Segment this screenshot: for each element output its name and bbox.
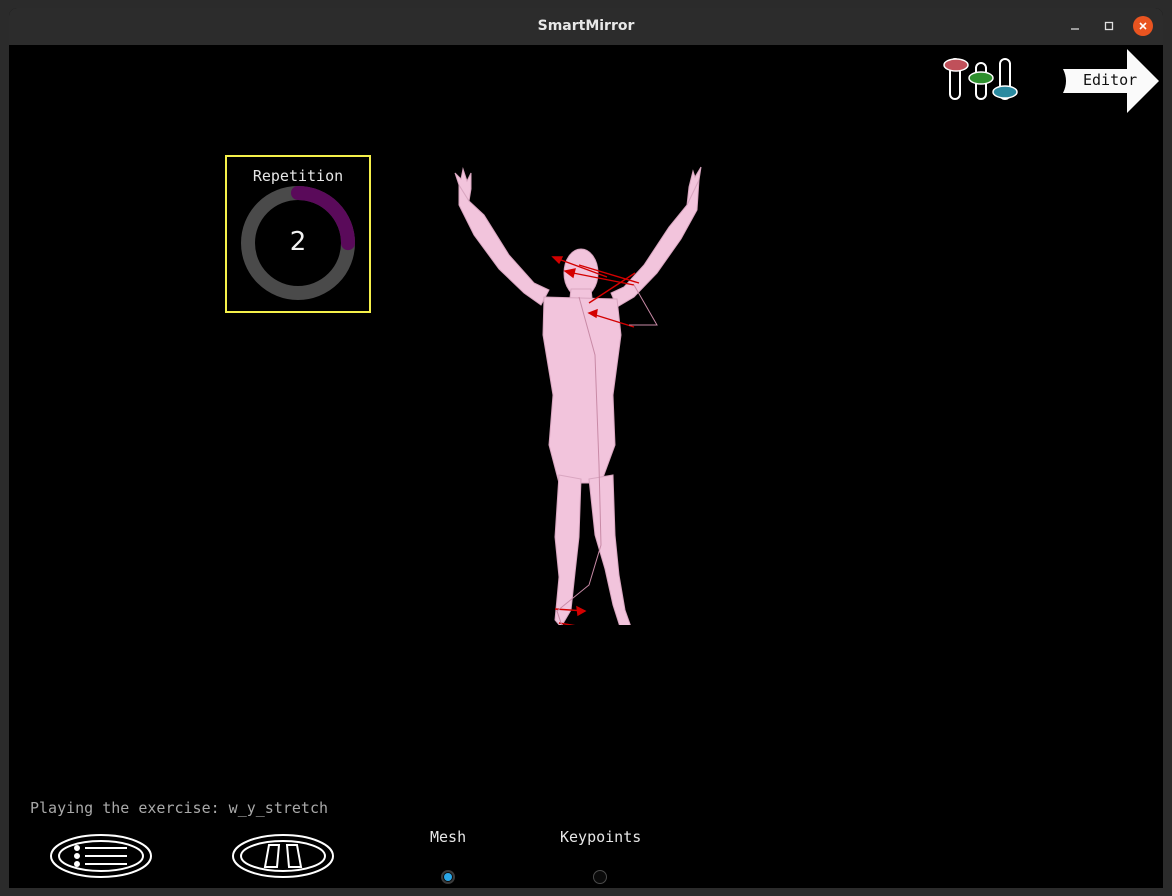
list-icon: [74, 845, 127, 867]
repetition-panel: Repetition 2: [225, 155, 371, 313]
body-mesh-figure: [454, 166, 702, 625]
mesh-radio[interactable]: [441, 870, 455, 884]
editor-label: Editor: [1083, 71, 1138, 89]
minimize-button[interactable]: [1065, 16, 1085, 36]
status-text: Playing the exercise: w_y_stretch: [30, 799, 329, 817]
maximize-icon: [1104, 21, 1114, 31]
feet-icon: [263, 844, 303, 868]
repetition-count: 2: [289, 227, 307, 257]
close-button[interactable]: [1133, 16, 1153, 36]
app-window: SmartMirror Editor Repetition 2 Playing …: [9, 8, 1163, 888]
main-view: Editor Repetition 2 Playing the exercise…: [9, 45, 1163, 888]
sliders-icon[interactable]: [941, 57, 1023, 103]
title-bar: SmartMirror: [9, 8, 1163, 46]
window-title: SmartMirror: [537, 18, 635, 34]
feet-button[interactable]: [231, 833, 335, 879]
maximize-button[interactable]: [1099, 16, 1119, 36]
mesh-label: Mesh: [430, 828, 467, 846]
exercise-list-button[interactable]: [49, 833, 153, 879]
keypoints-label: Keypoints: [560, 828, 642, 846]
close-icon: [1139, 22, 1147, 30]
repetition-title: Repetition: [252, 167, 344, 185]
keypoints-radio[interactable]: [593, 870, 607, 884]
minimize-icon: [1071, 28, 1079, 30]
